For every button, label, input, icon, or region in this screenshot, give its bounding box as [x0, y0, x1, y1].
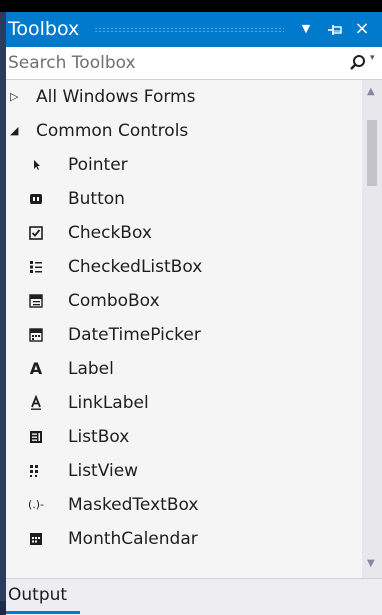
close-icon[interactable]: ×	[352, 16, 372, 42]
toolbox-item-maskedtextbox[interactable]: (.)- MaskedTextBox	[6, 488, 362, 522]
item-label: LinkLabel	[68, 393, 149, 413]
toolbox-item-listbox[interactable]: ListBox	[6, 420, 362, 454]
toolbox-item-checkbox[interactable]: CheckBox	[6, 216, 362, 250]
toolbox-item-linklabel[interactable]: LinkLabel	[6, 386, 362, 420]
datetimepicker-icon	[28, 327, 44, 343]
scroll-down-arrow-icon[interactable]: ▼	[367, 558, 375, 569]
tree-group-common-controls[interactable]: ◢ Common Controls	[6, 114, 362, 148]
toolbox-item-button[interactable]: Button	[6, 182, 362, 216]
toolbox-item-combobox[interactable]: ComboBox	[6, 284, 362, 318]
toolbox-titlebar[interactable]: Toolbox ▼ ×	[6, 12, 382, 47]
listview-icon	[28, 463, 44, 479]
toolbox-item-datetimepicker[interactable]: DateTimePicker	[6, 318, 362, 352]
checkbox-icon	[28, 225, 44, 241]
maskedtextbox-icon: (.)-	[27, 498, 45, 511]
combobox-icon	[28, 293, 44, 309]
scroll-up-arrow-icon[interactable]: ▲	[367, 86, 375, 97]
output-tab-underline	[6, 611, 80, 614]
item-label: Label	[68, 359, 114, 379]
search-input[interactable]: Search Toolbox	[8, 53, 136, 73]
group-label: Common Controls	[36, 121, 189, 141]
pin-icon[interactable]	[326, 16, 346, 42]
item-label: ComboBox	[68, 291, 160, 311]
toolbox-item-listview[interactable]: ListView	[6, 454, 362, 488]
toolbox-window: Toolbox ▼ × Search Toolbox ▾ ▷ All Windo…	[6, 12, 382, 615]
search-options-chevron-icon[interactable]: ▾	[370, 53, 375, 63]
item-label: Button	[68, 189, 125, 209]
pointer-icon	[28, 157, 44, 173]
item-label: CheckBox	[68, 223, 152, 243]
scrollbar-thumb[interactable]	[367, 120, 377, 186]
window-title: Toolbox	[8, 18, 80, 40]
item-label: MaskedTextBox	[68, 495, 199, 515]
search-box[interactable]: Search Toolbox ▾	[6, 47, 382, 80]
monthcalendar-icon	[28, 531, 44, 547]
item-label: ListView	[68, 461, 139, 481]
top-edge-strip	[0, 0, 382, 12]
linklabel-icon	[28, 394, 44, 411]
item-label: MonthCalendar	[68, 529, 198, 549]
search-icon[interactable]	[346, 51, 370, 75]
listbox-icon	[28, 429, 44, 445]
item-label: DateTimePicker	[68, 325, 201, 345]
item-label: Pointer	[68, 155, 128, 175]
collapse-arrow-icon[interactable]: ◢	[10, 124, 18, 138]
toolbox-item-pointer[interactable]: Pointer	[6, 148, 362, 182]
toolbox-tree: ▷ All Windows Forms ◢ Common Controls Po…	[6, 80, 362, 578]
toolbox-item-checkedlistbox[interactable]: CheckedListBox	[6, 250, 362, 284]
output-tab[interactable]: Output	[6, 578, 382, 615]
label-icon: A	[29, 359, 43, 378]
dropdown-arrow-icon[interactable]: ▼	[296, 16, 316, 42]
button-icon	[28, 191, 44, 207]
toolbox-item-label[interactable]: A Label	[6, 352, 362, 386]
vertical-scrollbar[interactable]: ▲ ▼	[362, 80, 382, 578]
item-label: ListBox	[68, 427, 130, 447]
titlebar-grip[interactable]	[94, 27, 284, 33]
checkedlistbox-icon	[28, 259, 44, 275]
output-tab-label: Output	[8, 585, 68, 605]
toolbox-item-monthcalendar[interactable]: MonthCalendar	[6, 522, 362, 556]
tree-group-all-windows-forms[interactable]: ▷ All Windows Forms	[6, 80, 362, 114]
item-label: CheckedListBox	[68, 257, 203, 277]
group-label: All Windows Forms	[36, 87, 196, 107]
expand-arrow-icon[interactable]: ▷	[10, 90, 18, 104]
